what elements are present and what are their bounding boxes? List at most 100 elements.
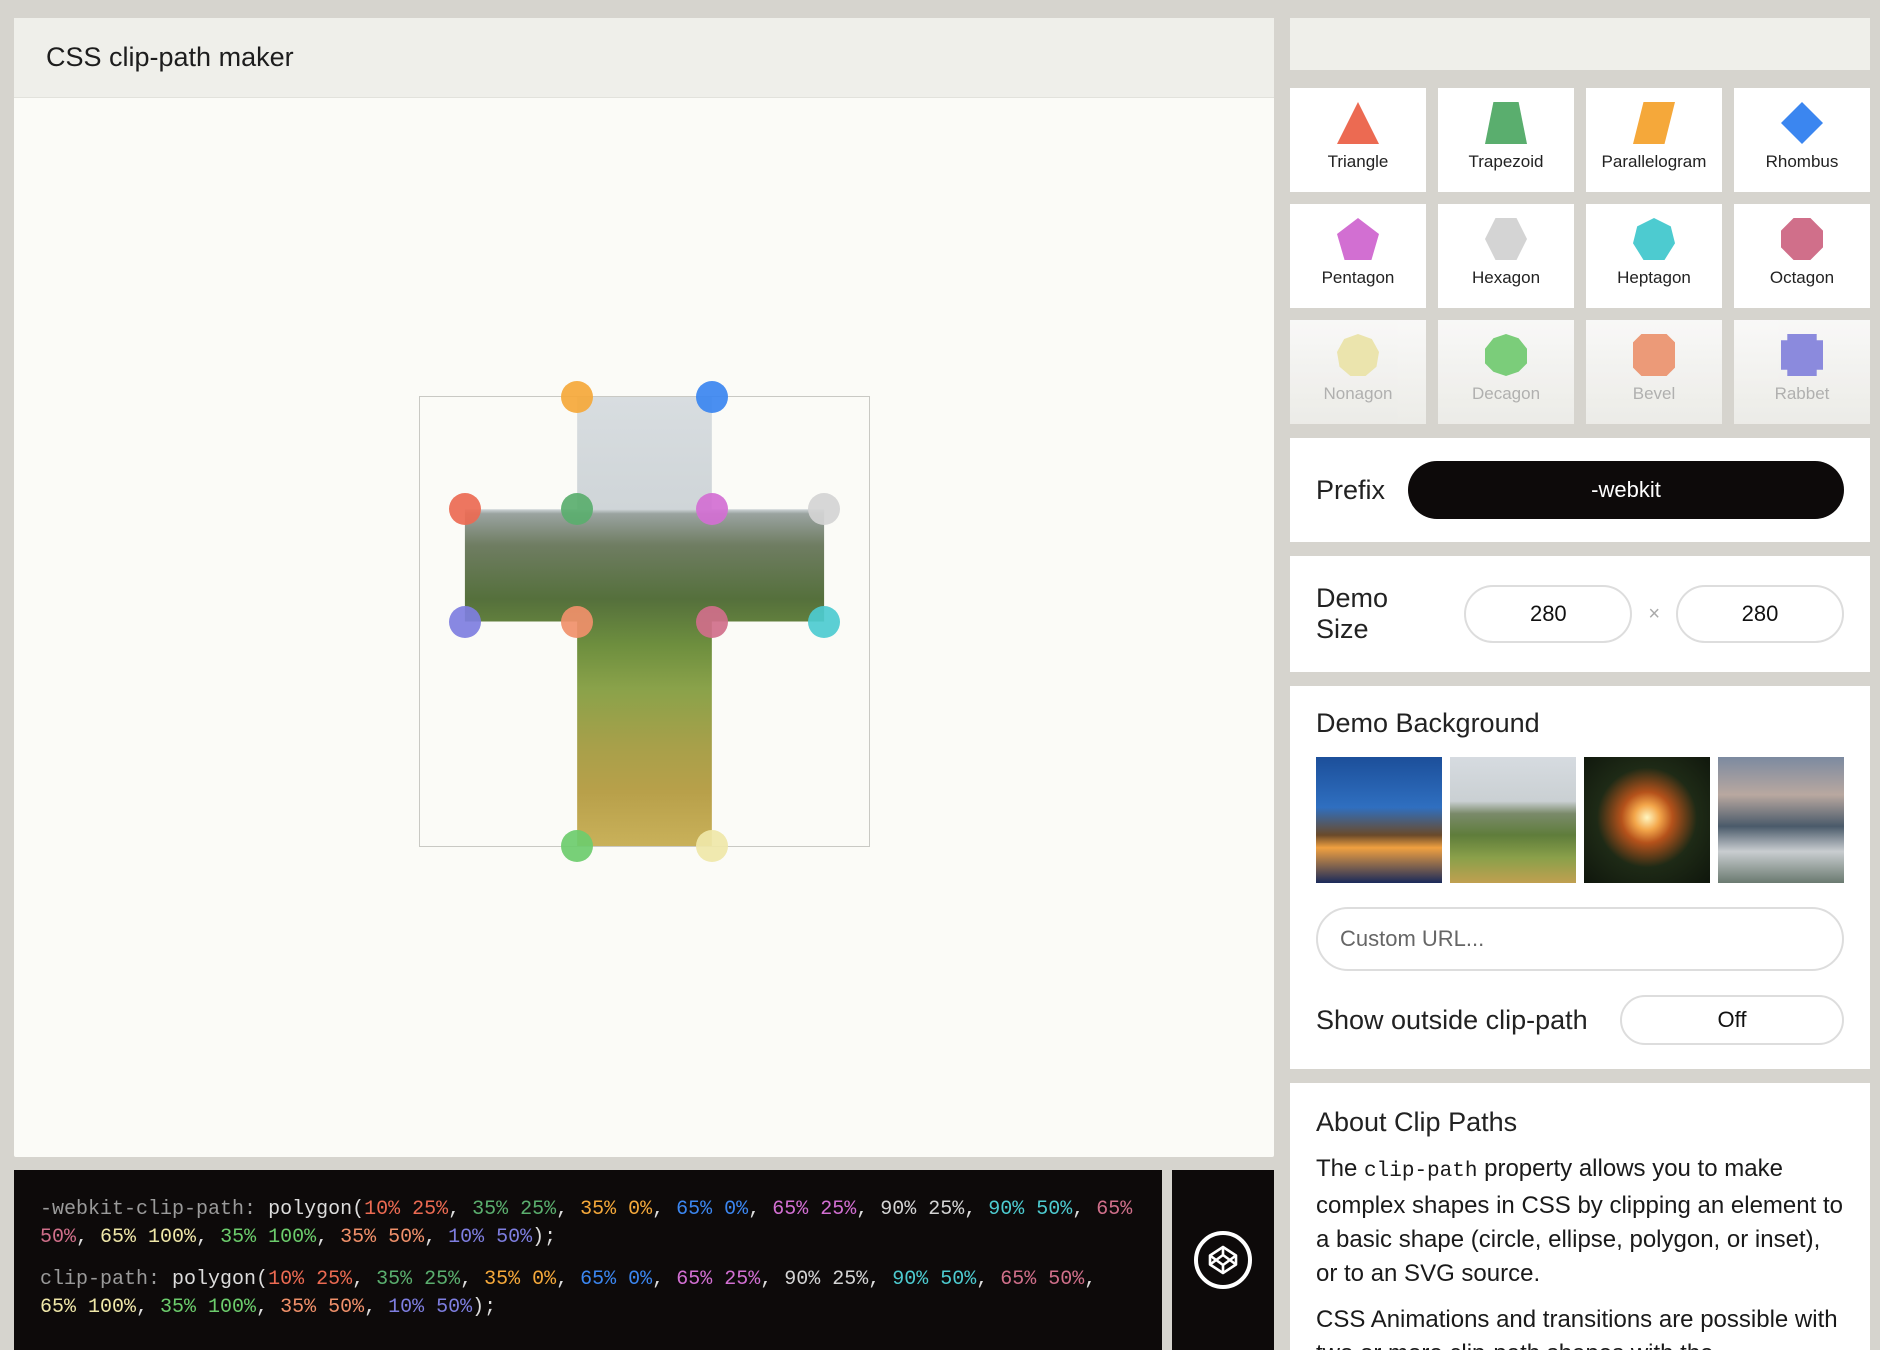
shape-heptagon-button[interactable]: Heptagon bbox=[1586, 204, 1722, 308]
code-point: 10% 50% bbox=[448, 1226, 533, 1249]
code-point: 35% 50% bbox=[340, 1226, 425, 1249]
about-paragraph-1: The clip-path property allows you to mak… bbox=[1316, 1152, 1844, 1291]
shape-label: Triangle bbox=[1327, 152, 1389, 171]
shape-octagon-button[interactable]: Octagon bbox=[1734, 204, 1870, 308]
prefix-label: Prefix bbox=[1316, 474, 1386, 505]
handle-point-12[interactable] bbox=[448, 605, 481, 638]
codepen-icon bbox=[1208, 1245, 1238, 1275]
shape-label: Rabbet bbox=[1774, 384, 1830, 403]
prefix-setting: Prefix -webkit bbox=[1290, 438, 1870, 542]
rabbet-icon bbox=[1781, 334, 1823, 376]
code-property: -webkit-clip-path: bbox=[40, 1198, 257, 1221]
hexagon-icon bbox=[1485, 218, 1527, 260]
show-outside-toggle[interactable]: Off bbox=[1620, 995, 1844, 1045]
code-point: 35% 100% bbox=[160, 1296, 257, 1319]
octagon-icon bbox=[1781, 218, 1823, 260]
code-point: 10% 25% bbox=[268, 1268, 353, 1291]
prefix-toggle[interactable]: -webkit bbox=[1408, 461, 1844, 519]
codepen-button[interactable] bbox=[1194, 1231, 1252, 1289]
code-function-close: ); bbox=[532, 1226, 557, 1249]
handle-point-9[interactable] bbox=[695, 830, 728, 862]
about-text-start: The bbox=[1316, 1155, 1365, 1182]
clipped-demo-image bbox=[464, 397, 825, 846]
shape-label: Hexagon bbox=[1471, 268, 1541, 287]
demo-size-setting: Demo Size × bbox=[1290, 556, 1870, 672]
code-point: 65% 25% bbox=[676, 1268, 761, 1291]
code-point: 35% 25% bbox=[472, 1198, 557, 1221]
code-point: 35% 25% bbox=[376, 1268, 461, 1291]
shape-rabbet-button[interactable]: Rabbet bbox=[1734, 320, 1870, 424]
editor-header: CSS clip-path maker bbox=[14, 18, 1274, 98]
shape-pentagon-button[interactable]: Pentagon bbox=[1290, 204, 1426, 308]
codepen-panel bbox=[1172, 1170, 1274, 1350]
handle-point-5[interactable] bbox=[695, 493, 728, 526]
code-point: 10% 25% bbox=[364, 1198, 449, 1221]
editor-panel: CSS clip-path maker bbox=[14, 18, 1274, 1157]
shape-rhombus-button[interactable]: Rhombus bbox=[1734, 88, 1870, 192]
background-thumb-sparkler[interactable] bbox=[1584, 757, 1710, 883]
shape-label: Pentagon bbox=[1321, 268, 1395, 287]
demo-width-input[interactable] bbox=[1464, 585, 1633, 643]
shape-hexagon-button[interactable]: Hexagon bbox=[1438, 204, 1574, 308]
shape-parallelogram-button[interactable]: Parallelogram bbox=[1586, 88, 1722, 192]
shape-label: Decagon bbox=[1471, 384, 1541, 403]
handle-point-6[interactable] bbox=[808, 493, 841, 526]
shape-label: Octagon bbox=[1769, 268, 1835, 287]
code-point: 90% 50% bbox=[892, 1268, 977, 1291]
pentagon-icon bbox=[1337, 218, 1379, 260]
code-point: 65% 100% bbox=[40, 1296, 137, 1319]
bevel-icon bbox=[1633, 334, 1675, 376]
demo-background-setting: Demo Background Show outside clip-path O… bbox=[1290, 686, 1870, 1069]
handle-point-8[interactable] bbox=[695, 605, 728, 638]
shape-trapezoid-button[interactable]: Trapezoid bbox=[1438, 88, 1574, 192]
demo-height-input[interactable] bbox=[1676, 585, 1844, 643]
shape-label: Rhombus bbox=[1765, 152, 1839, 171]
webkit-clip-path-code[interactable]: -webkit-clip-path: polygon(10% 25%, 35% … bbox=[40, 1196, 1136, 1252]
clip-demo-box bbox=[419, 381, 870, 862]
shape-label: Nonagon bbox=[1323, 384, 1393, 403]
settings-sidebar: Triangle Trapezoid Parallelogram Rhombus Pen… bbox=[1290, 18, 1870, 1350]
triangle-icon bbox=[1337, 102, 1379, 144]
clip-path-code-term: clip-path bbox=[1364, 1160, 1478, 1183]
handle-point-11[interactable] bbox=[561, 605, 594, 638]
handle-point-1[interactable] bbox=[448, 493, 481, 526]
code-point: 35% 100% bbox=[220, 1226, 317, 1249]
code-point: 65% 25% bbox=[772, 1198, 857, 1221]
clip-path-code[interactable]: clip-path: polygon(10% 25%, 35% 25%, 35%… bbox=[40, 1266, 1136, 1322]
shape-bevel-button[interactable]: Bevel bbox=[1586, 320, 1722, 424]
background-thumb-sea[interactable] bbox=[1718, 757, 1844, 883]
code-property: clip-path: bbox=[40, 1268, 161, 1291]
handle-point-2[interactable] bbox=[561, 493, 594, 526]
size-separator: × bbox=[1648, 602, 1660, 625]
background-thumb-landscape[interactable] bbox=[1450, 757, 1576, 883]
about-paragraph-2: CSS Animations and transitions are possi… bbox=[1316, 1306, 1838, 1350]
background-thumb-bridge[interactable] bbox=[1316, 757, 1442, 883]
handle-point-10[interactable] bbox=[561, 830, 594, 862]
code-point: 65% 0% bbox=[580, 1268, 653, 1291]
parallelogram-icon bbox=[1633, 102, 1675, 144]
code-point: 65% 0% bbox=[676, 1198, 749, 1221]
rhombus-icon bbox=[1781, 102, 1823, 144]
code-point: 90% 50% bbox=[988, 1198, 1073, 1221]
shape-triangle-button[interactable]: Triangle bbox=[1290, 88, 1426, 192]
shape-presets: Triangle Trapezoid Parallelogram Rhombus Pen… bbox=[1290, 88, 1870, 424]
decagon-icon bbox=[1485, 334, 1527, 376]
about-title: About Clip Paths bbox=[1316, 1107, 1518, 1137]
handle-point-7[interactable] bbox=[808, 605, 841, 638]
about-section: About Clip Paths The clip-path property … bbox=[1290, 1083, 1870, 1350]
code-point: 35% 0% bbox=[484, 1268, 557, 1291]
shape-label: Bevel bbox=[1632, 384, 1676, 403]
show-outside-row: Show outside clip-path Off bbox=[1316, 995, 1844, 1045]
shape-decagon-button[interactable]: Decagon bbox=[1438, 320, 1574, 424]
handle-point-3[interactable] bbox=[561, 381, 594, 413]
code-point: 65% 100% bbox=[100, 1226, 197, 1249]
shape-nonagon-button[interactable]: Nonagon bbox=[1290, 320, 1426, 424]
code-point: 10% 50% bbox=[388, 1296, 473, 1319]
custom-url-input[interactable] bbox=[1316, 907, 1844, 971]
demo-stage bbox=[14, 98, 1274, 1157]
code-output[interactable]: -webkit-clip-path: polygon(10% 25%, 35% … bbox=[14, 1170, 1162, 1350]
handle-point-4[interactable] bbox=[695, 381, 728, 413]
code-point: 90% 25% bbox=[880, 1198, 965, 1221]
sidebar-header bbox=[1290, 18, 1870, 70]
code-point: 90% 25% bbox=[784, 1268, 869, 1291]
